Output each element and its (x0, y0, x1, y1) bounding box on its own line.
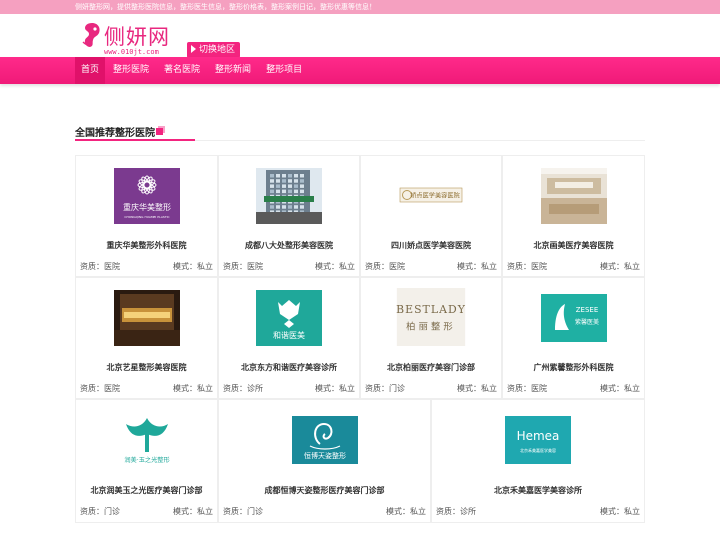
hospital-card[interactable]: 成都八大处整形美容医院资质：医院 模式：私立 (218, 155, 360, 277)
hospital-mode: 模式：私立 (600, 384, 640, 393)
site-logo[interactable]: 侧妍网 www.010jt.com (80, 22, 180, 56)
hospital-qualification: 资质：医院 (80, 384, 120, 393)
svg-text:娇点医学美容医院: 娇点医学美容医院 (410, 192, 460, 200)
hospital-qualification: 资质：诊所 (223, 384, 263, 393)
svg-text:Hemea: Hemea (517, 429, 560, 443)
svg-text:ZESEE: ZESEE (575, 306, 598, 314)
section-title: 全国推荐整形医院 (75, 124, 163, 139)
hospital-mode: 模式：私立 (173, 262, 213, 271)
woman-profile-logo-icon (82, 23, 100, 47)
hospital-mode: 模式：私立 (173, 384, 213, 393)
nav-item[interactable]: 整形新闻 (207, 57, 258, 84)
hospital-qualification: 资质：医院 (223, 262, 263, 271)
hospital-mode: 模式：私立 (600, 507, 640, 516)
hospital-card[interactable]: 北京艺星整形美容医院资质：医院 模式：私立 (75, 277, 218, 399)
hospital-mode: 模式：私立 (457, 262, 497, 271)
svg-text:CHONGQING HUAMEI PLASTIC: CHONGQING HUAMEI PLASTIC (124, 215, 169, 219)
hospital-qualification: 资质：医院 (80, 262, 120, 271)
hospital-name[interactable]: 北京东方和谐医疗美容诊所 (219, 362, 359, 373)
hospital-qualification: 资质：医院 (507, 262, 547, 271)
logo-url: www.010jt.com (104, 48, 159, 56)
hospital-mode: 模式：私立 (600, 262, 640, 271)
logo-text: 侧妍网 (104, 25, 170, 49)
hospital-name[interactable]: 广州紫馨整形外科医院 (503, 362, 644, 373)
svg-text:BESTLADY: BESTLADY (396, 303, 466, 316)
hospital-name[interactable]: 成都恒博天姿整形医疗美容门诊部 (219, 485, 430, 496)
hospital-logo-image[interactable]: 娇点医学美容医院 (398, 168, 464, 224)
svg-text:紫馨医美: 紫馨医美 (574, 318, 598, 326)
svg-text:和谐医美: 和谐医美 (273, 330, 305, 340)
square-decor-icon (156, 128, 163, 135)
hospital-name[interactable]: 北京润美玉之光医疗美容门诊部 (76, 485, 217, 496)
svg-text:重庆华美整形: 重庆华美整形 (123, 202, 171, 212)
hospital-logo-image[interactable]: 重庆华美整形 CHONGQING HUAMEI PLASTIC (113, 168, 180, 224)
hospital-mode: 模式：私立 (315, 384, 355, 393)
nav-item[interactable]: 整形医院 (105, 57, 156, 84)
hospital-card[interactable]: ZESEE 紫馨医美广州紫馨整形外科医院资质：医院 模式：私立 (502, 277, 645, 399)
hospital-card[interactable]: Hemea 北京禾美嘉医学美容北京禾美嘉医学美容诊所资质：诊所 模式：私立 (431, 399, 645, 523)
hospital-qualification: 资质：门诊 (80, 507, 120, 516)
hospital-qualification: 资质：诊所 (436, 507, 476, 516)
hospital-name[interactable]: 成都八大处整形美容医院 (219, 240, 359, 251)
hospital-mode: 模式：私立 (315, 262, 355, 271)
hospital-card[interactable]: 重庆华美整形 CHONGQING HUAMEI PLASTIC 重庆华美整形外科医… (75, 155, 218, 277)
hospital-name[interactable]: 北京柏丽医疗美容门诊部 (361, 362, 501, 373)
hospital-mode: 模式：私立 (173, 507, 213, 516)
svg-text:润美·玉之光整形: 润美·玉之光整形 (124, 456, 169, 464)
svg-text:柏丽整形: 柏丽整形 (406, 320, 456, 332)
hospital-mode: 模式：私立 (457, 384, 497, 393)
hospital-card[interactable]: 和谐医美北京东方和谐医疗美容诊所资质：诊所 模式：私立 (218, 277, 360, 399)
switch-region-label: 切换地区 (199, 45, 236, 55)
hospital-card[interactable]: 北京画美医疗美容医院资质：医院 模式：私立 (502, 155, 645, 277)
nav-item[interactable]: 整形项目 (258, 57, 309, 84)
hospital-logo-image[interactable]: Hemea 北京禾美嘉医学美容 (505, 412, 571, 468)
hospital-name[interactable]: 北京禾美嘉医学美容诊所 (432, 485, 644, 496)
hospital-logo-image[interactable]: ZESEE 紫馨医美 (540, 290, 607, 346)
play-icon (191, 45, 196, 53)
hospital-logo-image[interactable]: BESTLADY 柏丽整形 (364, 288, 498, 346)
main-navigation: 首页 整形医院 著名医院 整形新闻 整形项目 (0, 57, 720, 84)
hospital-card[interactable]: 润美·玉之光整形北京润美玉之光医疗美容门诊部资质：门诊 模式：私立 (75, 399, 218, 523)
hospital-qualification: 资质：门诊 (365, 384, 405, 393)
hospital-logo-image[interactable] (256, 168, 322, 224)
section-title-text: 全国推荐整形医院 (75, 128, 155, 139)
hospital-logo-image[interactable] (113, 290, 180, 346)
hospital-logo-image[interactable]: 和谐医美 (256, 290, 322, 346)
site-header: 侧妍网 www.010jt.com 切换地区 (0, 14, 720, 58)
hospital-name[interactable]: 北京画美医疗美容医院 (503, 240, 644, 251)
hospital-qualification: 资质：门诊 (223, 507, 263, 516)
hospital-name[interactable]: 四川娇点医学美容医院 (361, 240, 501, 251)
hospital-logo-image[interactable]: 润美·玉之光整形 (113, 412, 180, 468)
svg-text:北京禾美嘉医学美容: 北京禾美嘉医学美容 (520, 447, 556, 453)
hospital-logo-image[interactable]: 恒博天姿整形 (291, 412, 358, 468)
hospital-card[interactable]: 恒博天姿整形成都恒博天姿整形医疗美容门诊部资质：门诊 模式：私立 (218, 399, 431, 523)
svg-text:恒博天姿整形: 恒博天姿整形 (304, 451, 346, 460)
hospital-logo-image[interactable] (540, 168, 607, 224)
hospital-qualification: 资质：医院 (507, 384, 547, 393)
hospital-qualification: 资质：医院 (365, 262, 405, 271)
nav-item[interactable]: 著名医院 (156, 57, 207, 84)
hospital-name[interactable]: 北京艺星整形美容医院 (76, 362, 217, 373)
nav-item[interactable]: 首页 (75, 57, 106, 84)
section-title-underline (75, 139, 195, 141)
top-announcement-bar: 侧妍整形网，提供整形医院信息，整形医生信息，整形价格表，整形案例日记，整形优惠等… (0, 0, 720, 14)
hospital-card[interactable]: 娇点医学美容医院四川娇点医学美容医院资质：医院 模式：私立 (360, 155, 502, 277)
hospital-mode: 模式：私立 (386, 507, 426, 516)
switch-region-button[interactable]: 切换地区 (187, 42, 241, 58)
hospital-card[interactable]: BESTLADY 柏丽整形北京柏丽医疗美容门诊部资质：门诊 模式：私立 (360, 277, 502, 399)
announcement-text: 侧妍整形网，提供整形医院信息，整形医生信息，整形价格表，整形案例日记，整形优惠等… (75, 3, 376, 11)
hospital-name[interactable]: 重庆华美整形外科医院 (76, 240, 217, 251)
